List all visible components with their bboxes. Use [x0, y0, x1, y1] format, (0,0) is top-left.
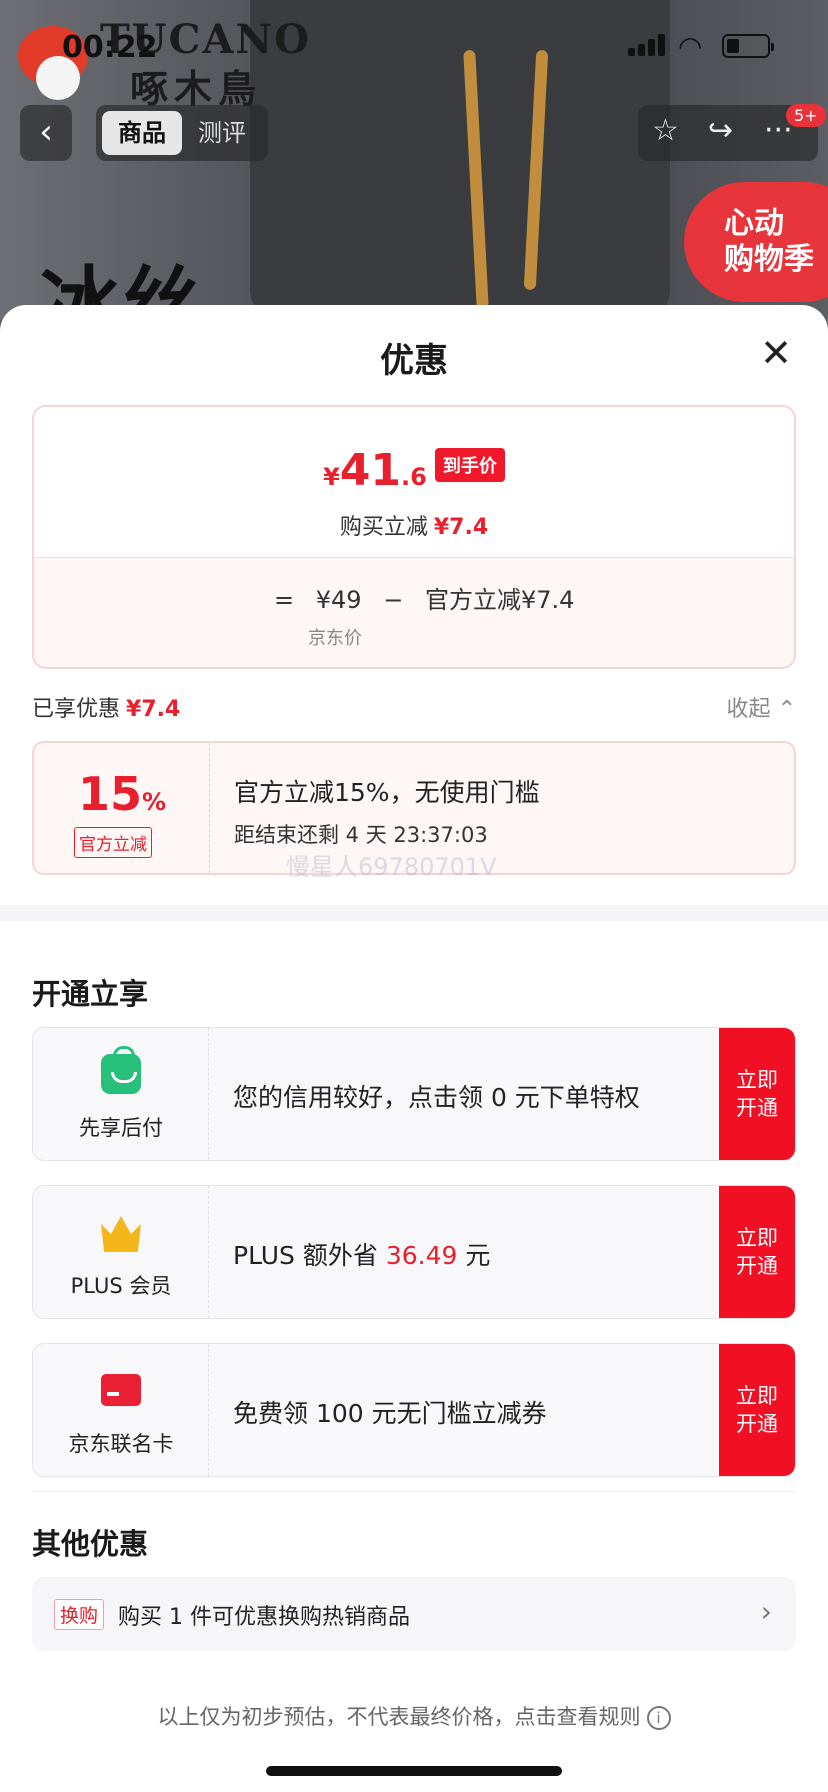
product-nav-bar: ‹ 商品 测评 ☆ ↪ ··· [0, 105, 828, 163]
open-now-line2: 开通 [736, 1412, 778, 1436]
tab-review[interactable]: 测评 [182, 111, 262, 155]
cellular-signal-icon [628, 34, 666, 56]
exchange-offer-text: 购买 1 件可优惠换购热销商品 [118, 1605, 410, 1630]
jd-price: ¥49 [315, 586, 362, 614]
coupon-percent: 15% [34, 767, 210, 821]
wifi-icon: ◠ [678, 30, 703, 63]
open-now-line2: 开通 [736, 1096, 778, 1120]
open-now-button[interactable]: 立即 开通 [719, 1344, 795, 1476]
collapse-label: 收起 [726, 697, 771, 722]
divider-line [32, 1491, 796, 1492]
section-divider [0, 905, 828, 921]
chevron-right-icon: › [760, 1595, 772, 1628]
promo-text-1: 心动 [724, 206, 784, 241]
tab-product[interactable]: 商品 [102, 111, 182, 155]
price-integer: 41 [339, 445, 402, 496]
price-decimal: .6 [401, 463, 427, 491]
back-button[interactable]: ‹ [20, 105, 72, 161]
crown-icon [101, 1216, 141, 1252]
final-price-line: ¥41.6 到手价 [34, 445, 794, 496]
promo-text-2: 购物季 [724, 242, 814, 277]
final-price: ¥41.6 [323, 445, 427, 496]
benefit-co-branded-card[interactable]: 京东联名卡 免费领 100 元无门槛立减券 立即开通 [32, 1343, 796, 1477]
open-now-button[interactable]: 立即 开通 [719, 1186, 795, 1318]
product-tabs: 商品 测评 [96, 105, 268, 161]
benefit-label: 京东联名卡 [68, 1432, 174, 1456]
open-now-line2: 开通 [736, 1254, 778, 1278]
benefit-card-left: 京东联名卡 [33, 1344, 209, 1476]
minus-sign: − [383, 586, 404, 614]
chevron-left-icon: ‹ [39, 112, 53, 152]
promo-badge[interactable]: 心动 购物季 [684, 182, 828, 302]
chevron-up-icon: ⌃ [777, 697, 796, 722]
benefit-label: 先享后付 [79, 1116, 163, 1140]
close-icon[interactable]: ✕ [756, 333, 796, 373]
status-time: 00:22 [62, 30, 158, 65]
coupon-percent-symbol: % [141, 788, 167, 816]
coupon-countdown: 距结束还剩 4 天 23:37:03 [234, 823, 488, 847]
coupon-value: 15% 官方立减 [34, 743, 210, 873]
benefit-text: 您的信用较好，点击领 0 元下单特权 [233, 1083, 640, 1112]
bank-card-icon [101, 1374, 141, 1406]
plus-text-pre: PLUS 额外省 [233, 1241, 386, 1270]
discount-sheet: 优惠 ✕ ¥41.6 到手价 购买立减 ¥7.4 = ¥49 − 官方立减¥7.4 … [0, 305, 828, 1792]
share-icon[interactable]: ↪ [708, 113, 733, 148]
currency-symbol: ¥ [323, 463, 340, 491]
battery-icon [722, 34, 774, 58]
coupon-title: 官方立减15%，无使用门槛 [234, 778, 540, 807]
star-favorite-icon[interactable]: ☆ [652, 113, 679, 148]
jd-price-label: 京东价 [308, 628, 362, 649]
open-now-button[interactable]: 立即 开通 [719, 1028, 795, 1160]
equals-sign: = [274, 586, 295, 614]
plus-savings: 36.49 [385, 1241, 458, 1270]
price-disclaimer[interactable]: 以上仅为初步预估，不代表最终价格，点击查看规则 i [0, 1701, 828, 1731]
benefit-pay-later-left: 先享后付 [33, 1028, 209, 1160]
shopping-bag-icon [101, 1046, 141, 1094]
save-label: 购买立减 [339, 515, 428, 540]
benefit-pay-later[interactable]: 先享后付 您的信用较好，点击领 0 元下单特权 立即开通 [32, 1027, 796, 1161]
exchange-offer-row[interactable]: 换购 购买 1 件可优惠换购热销商品 › [32, 1577, 796, 1651]
enjoyed-label: 已享优惠 [32, 697, 121, 722]
disclaimer-text: 以上仅为初步预估，不代表最终价格，点击查看规则 [157, 1705, 641, 1729]
benefit-label: PLUS 会员 [70, 1274, 172, 1298]
plus-text-post: 元 [457, 1241, 491, 1270]
benefit-plus-member[interactable]: PLUS 会员 PLUS 额外省 36.49 元 立即开通 [32, 1185, 796, 1319]
sheet-title: 优惠 [380, 341, 448, 381]
watermark: 慢星人69780701V [286, 853, 497, 881]
price-breakdown: = ¥49 − 官方立减¥7.4 京东价 [34, 557, 794, 667]
enjoyed-discount-row: 已享优惠 ¥7.4 收起 ⌃ [32, 691, 796, 727]
benefit-text: 免费领 100 元无门槛立减券 [233, 1399, 547, 1428]
final-price-tag: 到手价 [434, 448, 505, 482]
coupon-percent-number: 15 [77, 767, 142, 821]
price-equation: = ¥49 − 官方立减¥7.4 [274, 580, 588, 615]
open-section-title: 开通立享 [32, 977, 149, 1011]
open-now-line1: 立即 [736, 1226, 778, 1250]
benefit-text: PLUS 额外省 36.49 元 [233, 1236, 490, 1272]
collapse-toggle[interactable]: 收起 ⌃ [727, 691, 796, 723]
coupon-tag: 官方立减 [74, 827, 152, 858]
open-now-line1: 立即 [736, 1068, 778, 1092]
official-cut: 官方立减¥7.4 [424, 586, 575, 614]
save-value: ¥7.4 [433, 515, 489, 540]
final-price-card: ¥41.6 到手价 购买立减 ¥7.4 = ¥49 − 官方立减¥7.4 京东价 [32, 405, 796, 669]
open-now-line1: 立即 [736, 1384, 778, 1408]
home-indicator [266, 1766, 562, 1776]
message-badge: 5+ [786, 104, 826, 127]
status-bar: 00:22 ◠ [0, 0, 828, 90]
price-summary: ¥41.6 到手价 购买立减 ¥7.4 [34, 407, 794, 557]
benefit-plus-left: PLUS 会员 [33, 1186, 209, 1318]
save-line: 购买立减 ¥7.4 [34, 509, 794, 541]
enjoyed-value: ¥7.4 [126, 697, 181, 722]
exchange-tag: 换购 [54, 1599, 105, 1630]
info-icon: i [646, 1706, 671, 1730]
other-section-title: 其他优惠 [32, 1527, 149, 1561]
